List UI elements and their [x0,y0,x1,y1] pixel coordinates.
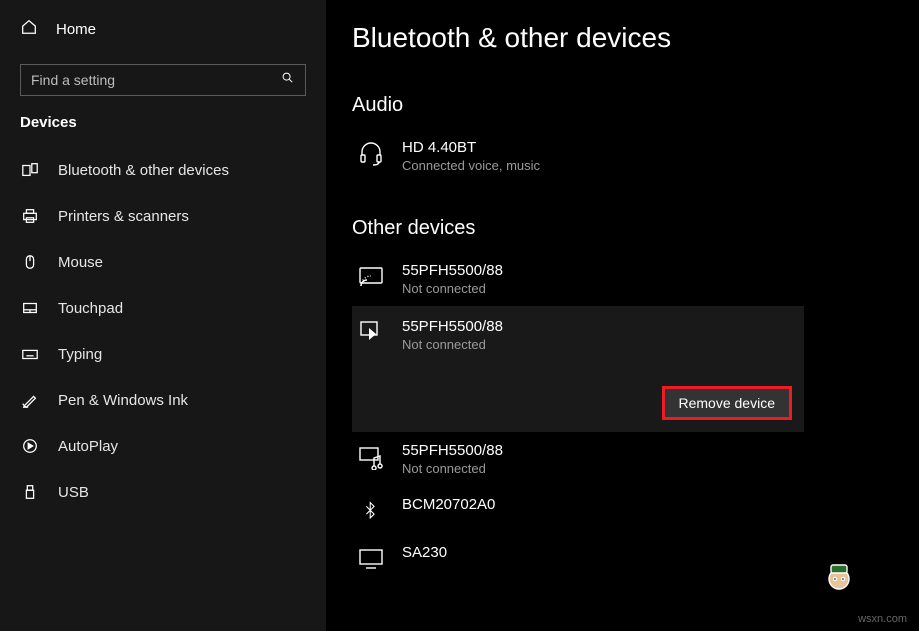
sidebar-item-label: AutoPlay [58,438,118,455]
search-box[interactable] [20,64,306,96]
sidebar-item-label: Typing [58,346,102,363]
section-other-heading: Other devices [352,217,919,240]
nav-list: Bluetooth & other devices Printers & sca… [0,147,326,515]
monitor-icon [358,546,384,572]
media-music-icon [358,444,384,470]
mouse-icon [20,252,40,272]
device-status: Not connected [402,281,503,296]
other-device-0[interactable]: 55PFH5500/88 Not connected [352,252,804,306]
sidebar-item-label: Pen & Windows Ink [58,392,188,409]
keyboard-icon [20,344,40,364]
sidebar-item-typing[interactable]: Typing [0,331,326,377]
page-title: Bluetooth & other devices [352,22,919,54]
other-device-3[interactable]: BCM20702A0 [352,486,804,534]
other-device-4[interactable]: SA230 [352,534,804,582]
sidebar-item-label: USB [58,484,89,501]
sidebar-item-label: Bluetooth & other devices [58,162,229,179]
section-audio-heading: Audio [352,94,919,117]
sidebar-item-printers[interactable]: Printers & scanners [0,193,326,239]
audio-device[interactable]: HD 4.40BT Connected voice, music [352,129,804,183]
sidebar-item-usb[interactable]: USB [0,469,326,515]
watermark: wsxn.com [858,613,907,625]
pen-icon [20,390,40,410]
headset-icon [358,141,384,167]
device-name: 55PFH5500/88 [402,262,503,279]
cast-icon [358,264,384,290]
category-heading: Devices [0,114,326,147]
sidebar-item-label: Touchpad [58,300,123,317]
sidebar-item-pen[interactable]: Pen & Windows Ink [0,377,326,423]
home-icon [20,18,38,40]
remove-device-button[interactable]: Remove device [662,386,793,420]
sidebar-item-autoplay[interactable]: AutoPlay [0,423,326,469]
search-icon [281,71,295,90]
sidebar-item-label: Printers & scanners [58,208,189,225]
sidebar: Home Devices Bluetooth & other devices P… [0,0,326,631]
mascot-image [819,561,859,601]
usb-icon [20,482,40,502]
home-label: Home [56,21,96,38]
devices-icon [20,160,40,180]
other-device-1-selected[interactable]: 55PFH5500/88 Not connected Remove device [352,306,804,432]
media-device-icon [358,318,384,349]
device-status: Not connected [402,461,503,476]
device-name: BCM20702A0 [402,496,495,513]
sidebar-item-label: Mouse [58,254,103,271]
device-name: 55PFH5500/88 [402,442,503,459]
device-status: Connected voice, music [402,158,540,173]
device-name: SA230 [402,544,447,561]
autoplay-icon [20,436,40,456]
sidebar-item-bluetooth[interactable]: Bluetooth & other devices [0,147,326,193]
other-device-2[interactable]: 55PFH5500/88 Not connected [352,432,804,486]
device-name: 55PFH5500/88 [402,318,503,335]
sidebar-item-mouse[interactable]: Mouse [0,239,326,285]
main-content: Bluetooth & other devices Audio HD 4.40B… [326,0,919,631]
sidebar-item-touchpad[interactable]: Touchpad [0,285,326,331]
home-nav[interactable]: Home [0,8,326,50]
bluetooth-icon [358,498,384,524]
device-name: HD 4.40BT [402,139,540,156]
printer-icon [20,206,40,226]
device-status: Not connected [402,337,503,352]
touchpad-icon [20,298,40,318]
search-input[interactable] [31,72,281,88]
